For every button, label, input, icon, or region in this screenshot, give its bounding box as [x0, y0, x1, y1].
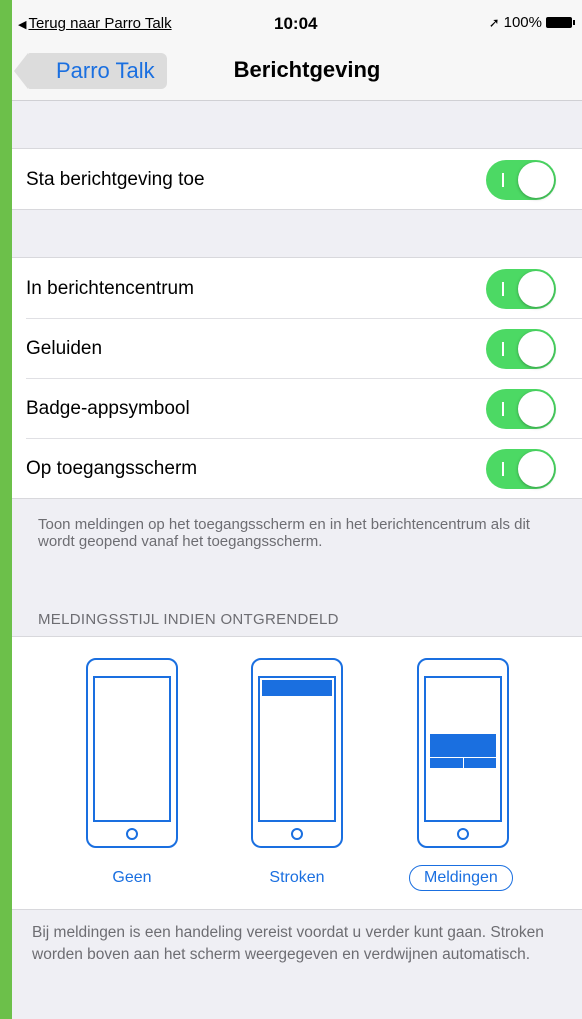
- battery-percentage: 100%: [503, 14, 542, 31]
- status-time: 10:04: [274, 14, 318, 33]
- phone-screen-outline: [258, 676, 336, 822]
- page-title: Berichtgeving: [12, 57, 582, 83]
- status-bar: ◀ Terug naar Parro Talk 10:04 ➚ 100%: [12, 0, 582, 40]
- settings-row-lockscreen: Op toegangsscherm: [12, 438, 582, 498]
- style-option-none-phone[interactable]: [86, 658, 178, 848]
- toggle-on-mark: [502, 173, 504, 187]
- alert-style-picker: Geen Stroken Meldingen: [12, 636, 582, 910]
- background-green-strip: [0, 0, 12, 1019]
- navigation-bar: Parro Talk Berichtgeving: [12, 40, 582, 101]
- back-triangle-icon: ◀: [18, 19, 27, 31]
- banner-icon: [262, 680, 332, 696]
- lockscreen-footer-text: Toon meldingen op het toegangsscherm en …: [38, 516, 530, 550]
- settings-group: In berichtencentrum Geluiden Badge-appsy…: [12, 257, 582, 499]
- allow-notifications-row: Sta berichtgeving toe: [12, 149, 582, 209]
- settings-row-badge: Badge-appsymbool: [12, 378, 582, 438]
- badge-toggle[interactable]: [486, 389, 556, 429]
- status-right: ➚ 100%: [488, 14, 575, 31]
- battery-icon: [546, 17, 575, 28]
- toggle-knob: [518, 451, 554, 487]
- back-to-app-link[interactable]: ◀ Terug naar Parro Talk: [18, 15, 172, 32]
- settings-row-sounds: Geluiden: [12, 318, 582, 378]
- toggle-knob: [518, 391, 554, 427]
- style-footer-text: Bij meldingen is een handeling vereist v…: [32, 924, 544, 963]
- home-button-icon: [457, 828, 469, 840]
- toggle-knob: [518, 162, 554, 198]
- style-label-banners[interactable]: Stroken: [267, 869, 327, 887]
- style-label-none[interactable]: Geen: [110, 869, 154, 887]
- lockscreen-toggle[interactable]: [486, 449, 556, 489]
- toggle-on-mark: [502, 462, 504, 476]
- style-option-banners-phone[interactable]: [251, 658, 343, 848]
- toggle-on-mark: [502, 282, 504, 296]
- notification-center-toggle[interactable]: [486, 269, 556, 309]
- toggle-on-mark: [502, 342, 504, 356]
- settings-row-label: In berichtencentrum: [26, 278, 194, 299]
- toggle-knob: [518, 271, 554, 307]
- phone-screen-outline: [424, 676, 502, 822]
- style-option-alerts-phone[interactable]: [417, 658, 509, 848]
- settings-row-label: Geluiden: [26, 338, 103, 359]
- toggle-knob: [518, 331, 554, 367]
- toggle-on-mark: [502, 402, 504, 416]
- style-section-header: MELDINGSSTIJL INDIEN ONTGRENDELD: [38, 611, 339, 628]
- alert-button-divider: [463, 758, 464, 768]
- location-arrow-icon: ➚: [488, 14, 500, 30]
- phone-screen: ◀ Terug naar Parro Talk 10:04 ➚ 100% Parr…: [12, 0, 582, 1019]
- phone-screen-outline: [93, 676, 171, 822]
- alert-box-icon: [430, 734, 496, 768]
- page-title-text: Berichtgeving: [233, 57, 381, 82]
- home-button-icon: [126, 828, 138, 840]
- back-to-app-label: Terug naar Parro Talk: [28, 15, 172, 32]
- settings-row-label: Badge-appsymbool: [26, 398, 190, 419]
- home-button-icon: [291, 828, 303, 840]
- allow-notifications-toggle[interactable]: [486, 160, 556, 200]
- sounds-toggle[interactable]: [486, 329, 556, 369]
- allow-notifications-label: Sta berichtgeving toe: [26, 169, 205, 190]
- style-label-alerts-selected[interactable]: Meldingen: [409, 865, 513, 891]
- settings-row-notification-center: In berichtencentrum: [12, 258, 582, 318]
- settings-row-label: Op toegangsscherm: [26, 458, 198, 479]
- allow-group: Sta berichtgeving toe: [12, 148, 582, 210]
